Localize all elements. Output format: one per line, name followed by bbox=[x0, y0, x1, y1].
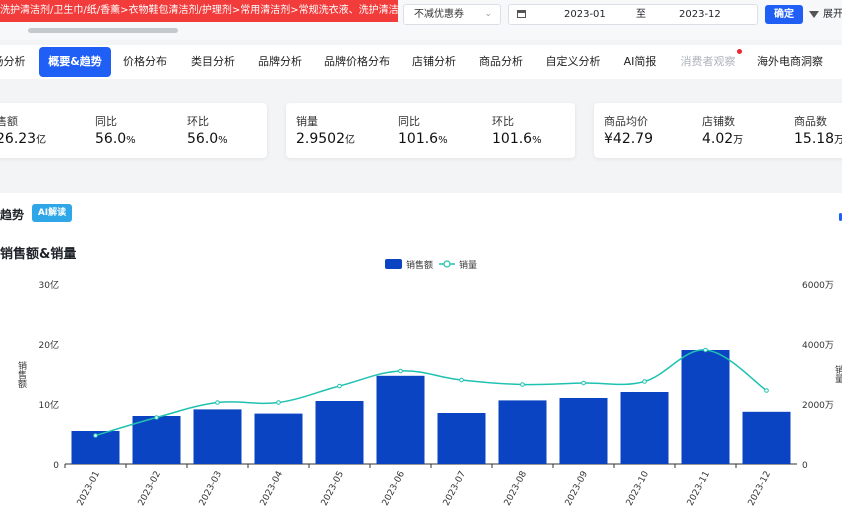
legend-swatch-sales bbox=[385, 259, 402, 269]
y2-axis-label: 销量 bbox=[833, 364, 842, 383]
y-axis-label: 销售额 bbox=[16, 360, 27, 389]
bar-sales bbox=[437, 413, 486, 464]
point-volume bbox=[398, 368, 403, 374]
x-tick-label: 2023-02 bbox=[137, 470, 163, 508]
y-tick-label: 10亿 bbox=[39, 399, 59, 411]
x-tick-label: 2023-01 bbox=[76, 470, 102, 508]
y-tick-label: 20亿 bbox=[39, 339, 59, 351]
x-tick-label: 2023-04 bbox=[259, 469, 286, 507]
x-tick-label: 2023-12 bbox=[747, 470, 773, 508]
point-volume bbox=[520, 382, 525, 387]
y2-tick-label: 0 bbox=[802, 461, 808, 471]
x-tick-label: 2023-10 bbox=[625, 469, 652, 507]
bar-sales bbox=[132, 416, 181, 464]
legend-label-sales: 销售额 bbox=[406, 259, 433, 271]
point-volume bbox=[459, 377, 464, 383]
y-tick-label: 0 bbox=[53, 461, 59, 471]
bar-sales bbox=[254, 413, 303, 464]
point-volume bbox=[93, 433, 98, 438]
bar-sales bbox=[193, 409, 242, 464]
point-volume bbox=[154, 415, 159, 420]
y2-tick-label: 2000万 bbox=[802, 401, 834, 411]
x-tick-label: 2023-11 bbox=[686, 470, 712, 508]
point-volume bbox=[581, 380, 586, 386]
bar-sales bbox=[681, 350, 730, 464]
y2-tick-label: 4000万 bbox=[802, 341, 834, 351]
point-volume bbox=[276, 400, 281, 405]
bar-sales bbox=[620, 392, 669, 464]
x-tick-label: 2023-09 bbox=[564, 469, 591, 507]
bar-sales bbox=[376, 375, 425, 464]
x-tick-label: 2023-06 bbox=[381, 469, 408, 507]
bar-sales bbox=[315, 401, 364, 464]
sales-volume-chart: 010亿20亿30亿02000万4000万6000万销售额 销量2023-01 20… bbox=[16, 259, 842, 508]
x-tick-label: 2023-08 bbox=[503, 469, 530, 507]
x-tick-label: 2023-05 bbox=[320, 470, 346, 508]
point-volume bbox=[215, 400, 220, 405]
point-volume bbox=[337, 383, 342, 389]
bar-sales bbox=[742, 411, 791, 464]
y-tick-label: 30亿 bbox=[39, 279, 59, 291]
point-volume bbox=[642, 379, 647, 384]
point-volume bbox=[764, 388, 769, 393]
legend-label-volume: 销量 bbox=[459, 259, 477, 271]
x-tick-label: 2023-03 bbox=[198, 470, 224, 508]
x-tick-label: 2023-07 bbox=[442, 470, 468, 508]
bar-sales bbox=[498, 400, 547, 464]
point-volume bbox=[703, 347, 708, 353]
bar-sales bbox=[559, 398, 608, 464]
y2-tick-label: 6000万 bbox=[802, 281, 834, 291]
legend-marker-volume bbox=[443, 260, 451, 268]
